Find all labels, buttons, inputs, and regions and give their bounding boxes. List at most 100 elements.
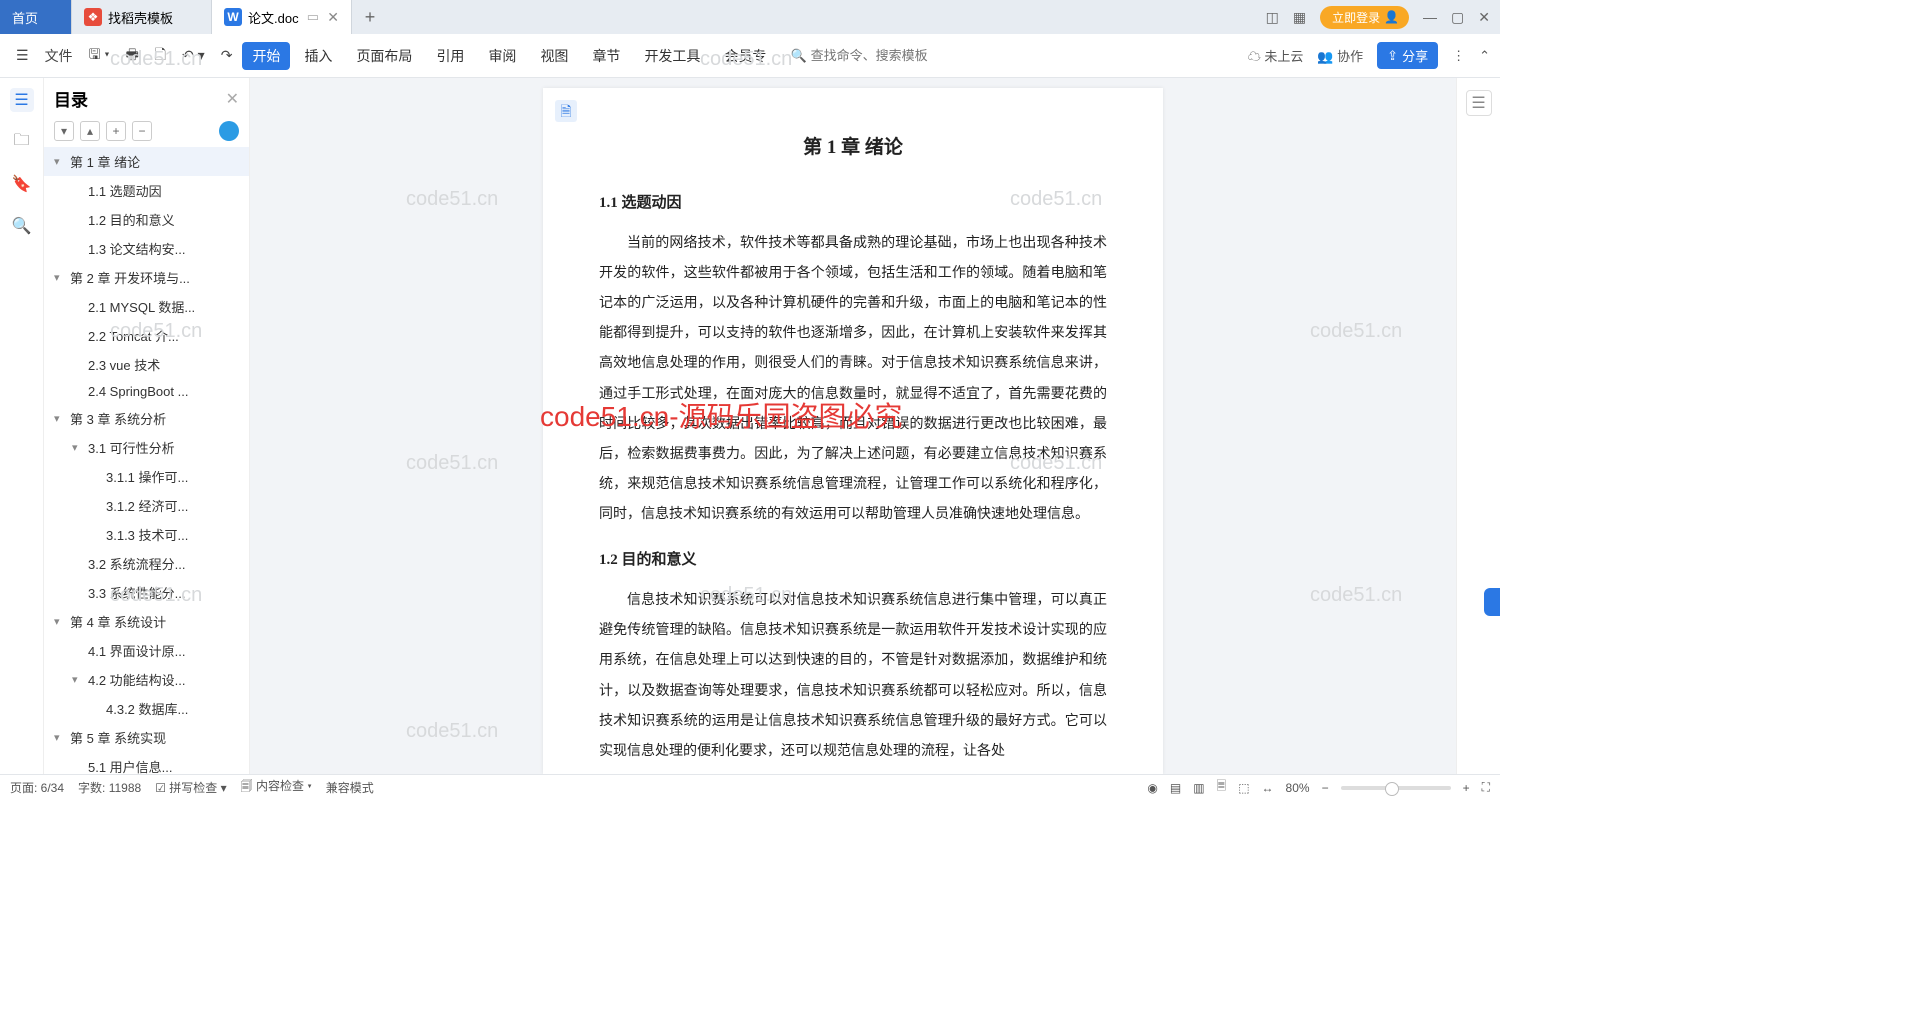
preview-icon[interactable]: 🗋 xyxy=(149,40,172,72)
view-page-icon[interactable]: 🗏 xyxy=(1217,777,1227,798)
zoom-in-icon[interactable]: + xyxy=(1463,781,1470,795)
login-button[interactable]: 立即登录 👤 xyxy=(1320,6,1409,29)
outline-node[interactable]: ▾第 5 章 系统实现 xyxy=(44,723,249,752)
document-viewport[interactable]: 🗎 第 1 章 绪论 1.1 选题动因 当前的网络技术，软件技术等都具备成熟的理… xyxy=(250,78,1456,774)
menu-dev[interactable]: 开发工具 xyxy=(634,42,710,70)
outline-label: 3.3 系统性能分... xyxy=(88,583,186,602)
add-icon[interactable]: + xyxy=(106,121,126,141)
cloud-status[interactable]: ☁ 未上云 xyxy=(1248,46,1304,65)
more-icon[interactable]: ⋮ xyxy=(1452,48,1465,64)
style-pane-icon[interactable]: ☰ xyxy=(1466,90,1492,116)
close-outline-icon[interactable]: ✕ xyxy=(226,89,239,109)
new-tab-button[interactable]: + xyxy=(352,0,388,34)
command-search[interactable]: 🔍 xyxy=(790,48,950,64)
compat-mode[interactable]: 兼容模式 xyxy=(326,779,374,796)
collapse-all-icon[interactable]: ▾ xyxy=(54,121,74,141)
screen-icon[interactable]: ▭ xyxy=(307,9,319,25)
bookmark-icon[interactable]: 🔖 xyxy=(10,172,34,196)
menu-ref[interactable]: 引用 xyxy=(426,42,474,70)
outline-title: 目录 xyxy=(54,86,88,111)
document-page: 🗎 第 1 章 绪论 1.1 选题动因 当前的网络技术，软件技术等都具备成熟的理… xyxy=(543,88,1163,774)
outline-node[interactable]: 2.2 Tomcat 介... xyxy=(44,321,249,350)
redo-icon[interactable]: ↷ xyxy=(215,43,239,68)
outline-node[interactable]: 4.3.2 数据库... xyxy=(44,694,249,723)
sync-avatar-icon[interactable] xyxy=(219,121,239,141)
outline-icon[interactable]: ☰ xyxy=(10,88,34,112)
outline-node[interactable]: 3.3 系统性能分... xyxy=(44,578,249,607)
outline-node[interactable]: 3.1.1 操作可... xyxy=(44,462,249,491)
save-icon[interactable]: 🖫 ▾ xyxy=(83,40,116,72)
menu-view[interactable]: 视图 xyxy=(530,42,578,70)
outline-node[interactable]: 1.2 目的和意义 xyxy=(44,205,249,234)
tab-document[interactable]: W 论文.doc ▭ ✕ xyxy=(212,0,352,34)
zoom-out-icon[interactable]: − xyxy=(1322,781,1329,795)
expand-icon[interactable]: ▾ xyxy=(54,155,66,168)
outline-node[interactable]: 3.1.3 技术可... xyxy=(44,520,249,549)
fullscreen-icon[interactable]: ⛶ xyxy=(1482,780,1490,795)
clipboard-icon[interactable]: 🗀 xyxy=(10,130,34,154)
outline-node[interactable]: ▾第 4 章 系统设计 xyxy=(44,607,249,636)
outline-node[interactable]: 3.1.2 经济可... xyxy=(44,491,249,520)
view-normal-icon[interactable]: ▤ xyxy=(1170,781,1181,795)
side-tab-icon[interactable] xyxy=(1484,588,1500,616)
outline-node[interactable]: 1.1 选题动因 xyxy=(44,176,249,205)
spell-check[interactable]: ☑ 拼写检查 ▾ xyxy=(155,779,226,796)
search-input[interactable] xyxy=(811,48,951,63)
outline-node[interactable]: ▾4.2 功能结构设... xyxy=(44,665,249,694)
menu-review[interactable]: 审阅 xyxy=(478,42,526,70)
menu-insert[interactable]: 插入 xyxy=(294,42,342,70)
close-window-icon[interactable]: ✕ xyxy=(1478,9,1490,26)
content-check[interactable]: 🗐 内容检查 ▾ xyxy=(241,777,312,798)
outline-tools: ▾ ▴ + − xyxy=(44,119,249,147)
outline-node[interactable]: ▾第 2 章 开发环境与... xyxy=(44,263,249,292)
menu-chapter[interactable]: 章节 xyxy=(582,42,630,70)
menu-layout[interactable]: 页面布局 xyxy=(346,42,422,70)
outline-node[interactable]: 2.1 MYSQL 数据... xyxy=(44,292,249,321)
expand-icon[interactable]: ▾ xyxy=(54,271,66,284)
tab-template[interactable]: ❖ 找稻壳模板 xyxy=(72,0,212,34)
expand-icon[interactable]: ▾ xyxy=(72,673,84,686)
share-button[interactable]: ⇪ 分享 xyxy=(1377,42,1438,69)
menu-vip[interactable]: 会员专 xyxy=(714,42,776,70)
undo-icon[interactable]: ↶ ▾ xyxy=(176,43,211,68)
view-outline-icon[interactable]: ▥ xyxy=(1193,781,1204,795)
left-rail: ☰ 🗀 🔖 🔍 xyxy=(0,78,44,774)
outline-tree[interactable]: ▾第 1 章 绪论1.1 选题动因1.2 目的和意义1.3 论文结构安...▾第… xyxy=(44,147,249,774)
collapse-icon[interactable]: ⌃ xyxy=(1479,48,1490,64)
page-doc-icon[interactable]: 🗎 xyxy=(555,100,577,122)
outline-node[interactable]: ▾3.1 可行性分析 xyxy=(44,433,249,462)
outline-node[interactable]: ▾第 1 章 绪论 xyxy=(44,147,249,176)
view-web-icon[interactable]: ⬚ xyxy=(1238,781,1249,795)
layout-icon[interactable]: ◫ xyxy=(1266,9,1279,26)
eye-icon[interactable]: ◉ xyxy=(1147,781,1157,795)
page-indicator[interactable]: 页面: 6/34 xyxy=(10,779,64,796)
expand-icon[interactable]: ▾ xyxy=(54,731,66,744)
expand-icon[interactable]: ▾ xyxy=(54,412,66,425)
menu-icon[interactable]: ☰ xyxy=(10,43,35,68)
minimize-icon[interactable]: — xyxy=(1423,9,1437,25)
outline-node[interactable]: ▾第 3 章 系统分析 xyxy=(44,404,249,433)
outline-node[interactable]: 3.2 系统流程分... xyxy=(44,549,249,578)
maximize-icon[interactable]: ▢ xyxy=(1451,9,1464,26)
expand-all-icon[interactable]: ▴ xyxy=(80,121,100,141)
outline-node[interactable]: 2.4 SpringBoot ... xyxy=(44,379,249,404)
coop-button[interactable]: 👥 协作 xyxy=(1317,46,1363,65)
outline-node[interactable]: 4.1 界面设计原... xyxy=(44,636,249,665)
outline-node[interactable]: 1.3 论文结构安... xyxy=(44,234,249,263)
outline-node[interactable]: 5.1 用户信息... xyxy=(44,752,249,774)
zoom-fit-icon[interactable]: ↔ xyxy=(1262,781,1274,795)
zoom-level[interactable]: 80% xyxy=(1286,781,1310,795)
menu-start[interactable]: 开始 xyxy=(242,42,290,70)
close-icon[interactable]: ✕ xyxy=(327,9,339,26)
file-menu[interactable]: 文件 xyxy=(39,42,79,70)
word-count[interactable]: 字数: 11988 xyxy=(78,779,141,796)
outline-node[interactable]: 2.3 vue 技术 xyxy=(44,350,249,379)
remove-icon[interactable]: − xyxy=(132,121,152,141)
apps-icon[interactable]: ▦ xyxy=(1293,9,1306,26)
expand-icon[interactable]: ▾ xyxy=(72,441,84,454)
expand-icon[interactable]: ▾ xyxy=(54,615,66,628)
print-icon[interactable]: 🖶 xyxy=(120,40,145,72)
find-icon[interactable]: 🔍 xyxy=(10,214,34,238)
zoom-slider[interactable] xyxy=(1341,786,1451,790)
tab-home[interactable]: 首页 xyxy=(0,0,72,34)
